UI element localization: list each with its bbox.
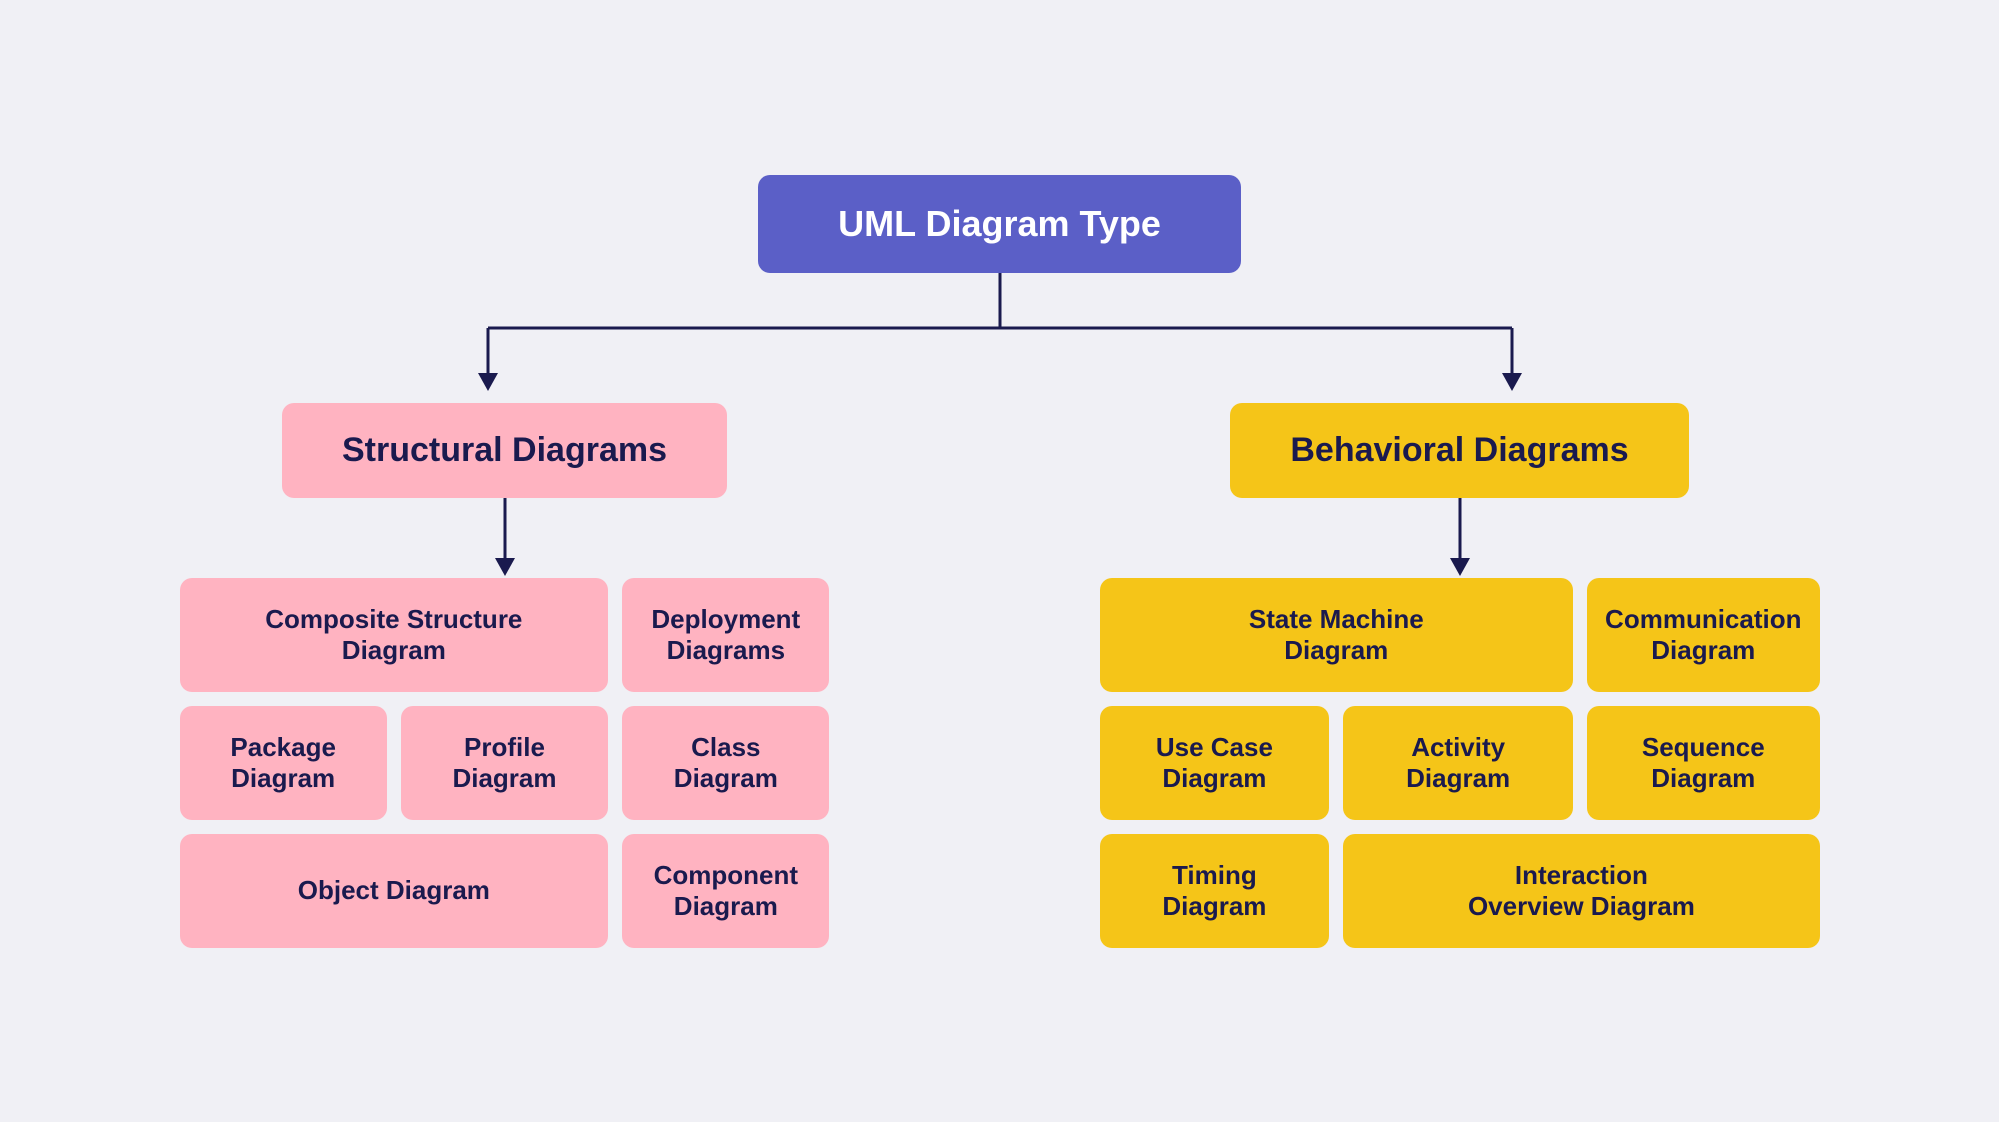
class-diagram: ClassDiagram (622, 706, 829, 820)
state-machine-diagram: State MachineDiagram (1100, 578, 1574, 692)
structural-diagrams-box: Structural Diagrams (282, 403, 727, 498)
root-node: UML Diagram Type (758, 175, 1241, 273)
structural-grid: Composite StructureDiagram DeploymentDia… (180, 578, 830, 948)
structural-label: Structural Diagrams (342, 431, 667, 469)
behavioral-diagrams-box: Behavioral Diagrams (1230, 403, 1688, 498)
communication-diagram: CommunicationDiagram (1587, 578, 1819, 692)
component-diagram: ComponentDiagram (622, 834, 829, 948)
root-label: UML Diagram Type (838, 203, 1161, 244)
diagram-container: UML Diagram Type Structural Diagrams (100, 135, 1900, 988)
composite-structure-diagram: Composite StructureDiagram (180, 578, 609, 692)
behavioral-branch: Behavioral Diagrams State MachineDiagram… (1100, 403, 1820, 948)
structural-down-connector (475, 498, 535, 578)
timing-diagram: Timing Diagram (1100, 834, 1330, 948)
package-diagram: PackageDiagram (180, 706, 387, 820)
activity-diagram: ActivityDiagram (1343, 706, 1573, 820)
use-case-diagram: Use CaseDiagram (1100, 706, 1330, 820)
object-diagram: Object Diagram (180, 834, 609, 948)
two-branches: Structural Diagrams Composite StructureD… (180, 403, 1820, 948)
behavioral-grid: State MachineDiagram CommunicationDiagra… (1100, 578, 1820, 948)
structural-branch: Structural Diagrams Composite StructureD… (180, 403, 830, 948)
behavioral-label: Behavioral Diagrams (1290, 431, 1628, 469)
behavioral-down-connector (1430, 498, 1490, 578)
sequence-diagram: SequenceDiagram (1587, 706, 1819, 820)
deployment-diagrams: DeploymentDiagrams (622, 578, 829, 692)
top-connector-svg (180, 273, 1820, 403)
profile-diagram: ProfileDiagram (401, 706, 608, 820)
interaction-overview-diagram: InteractionOverview Diagram (1343, 834, 1819, 948)
